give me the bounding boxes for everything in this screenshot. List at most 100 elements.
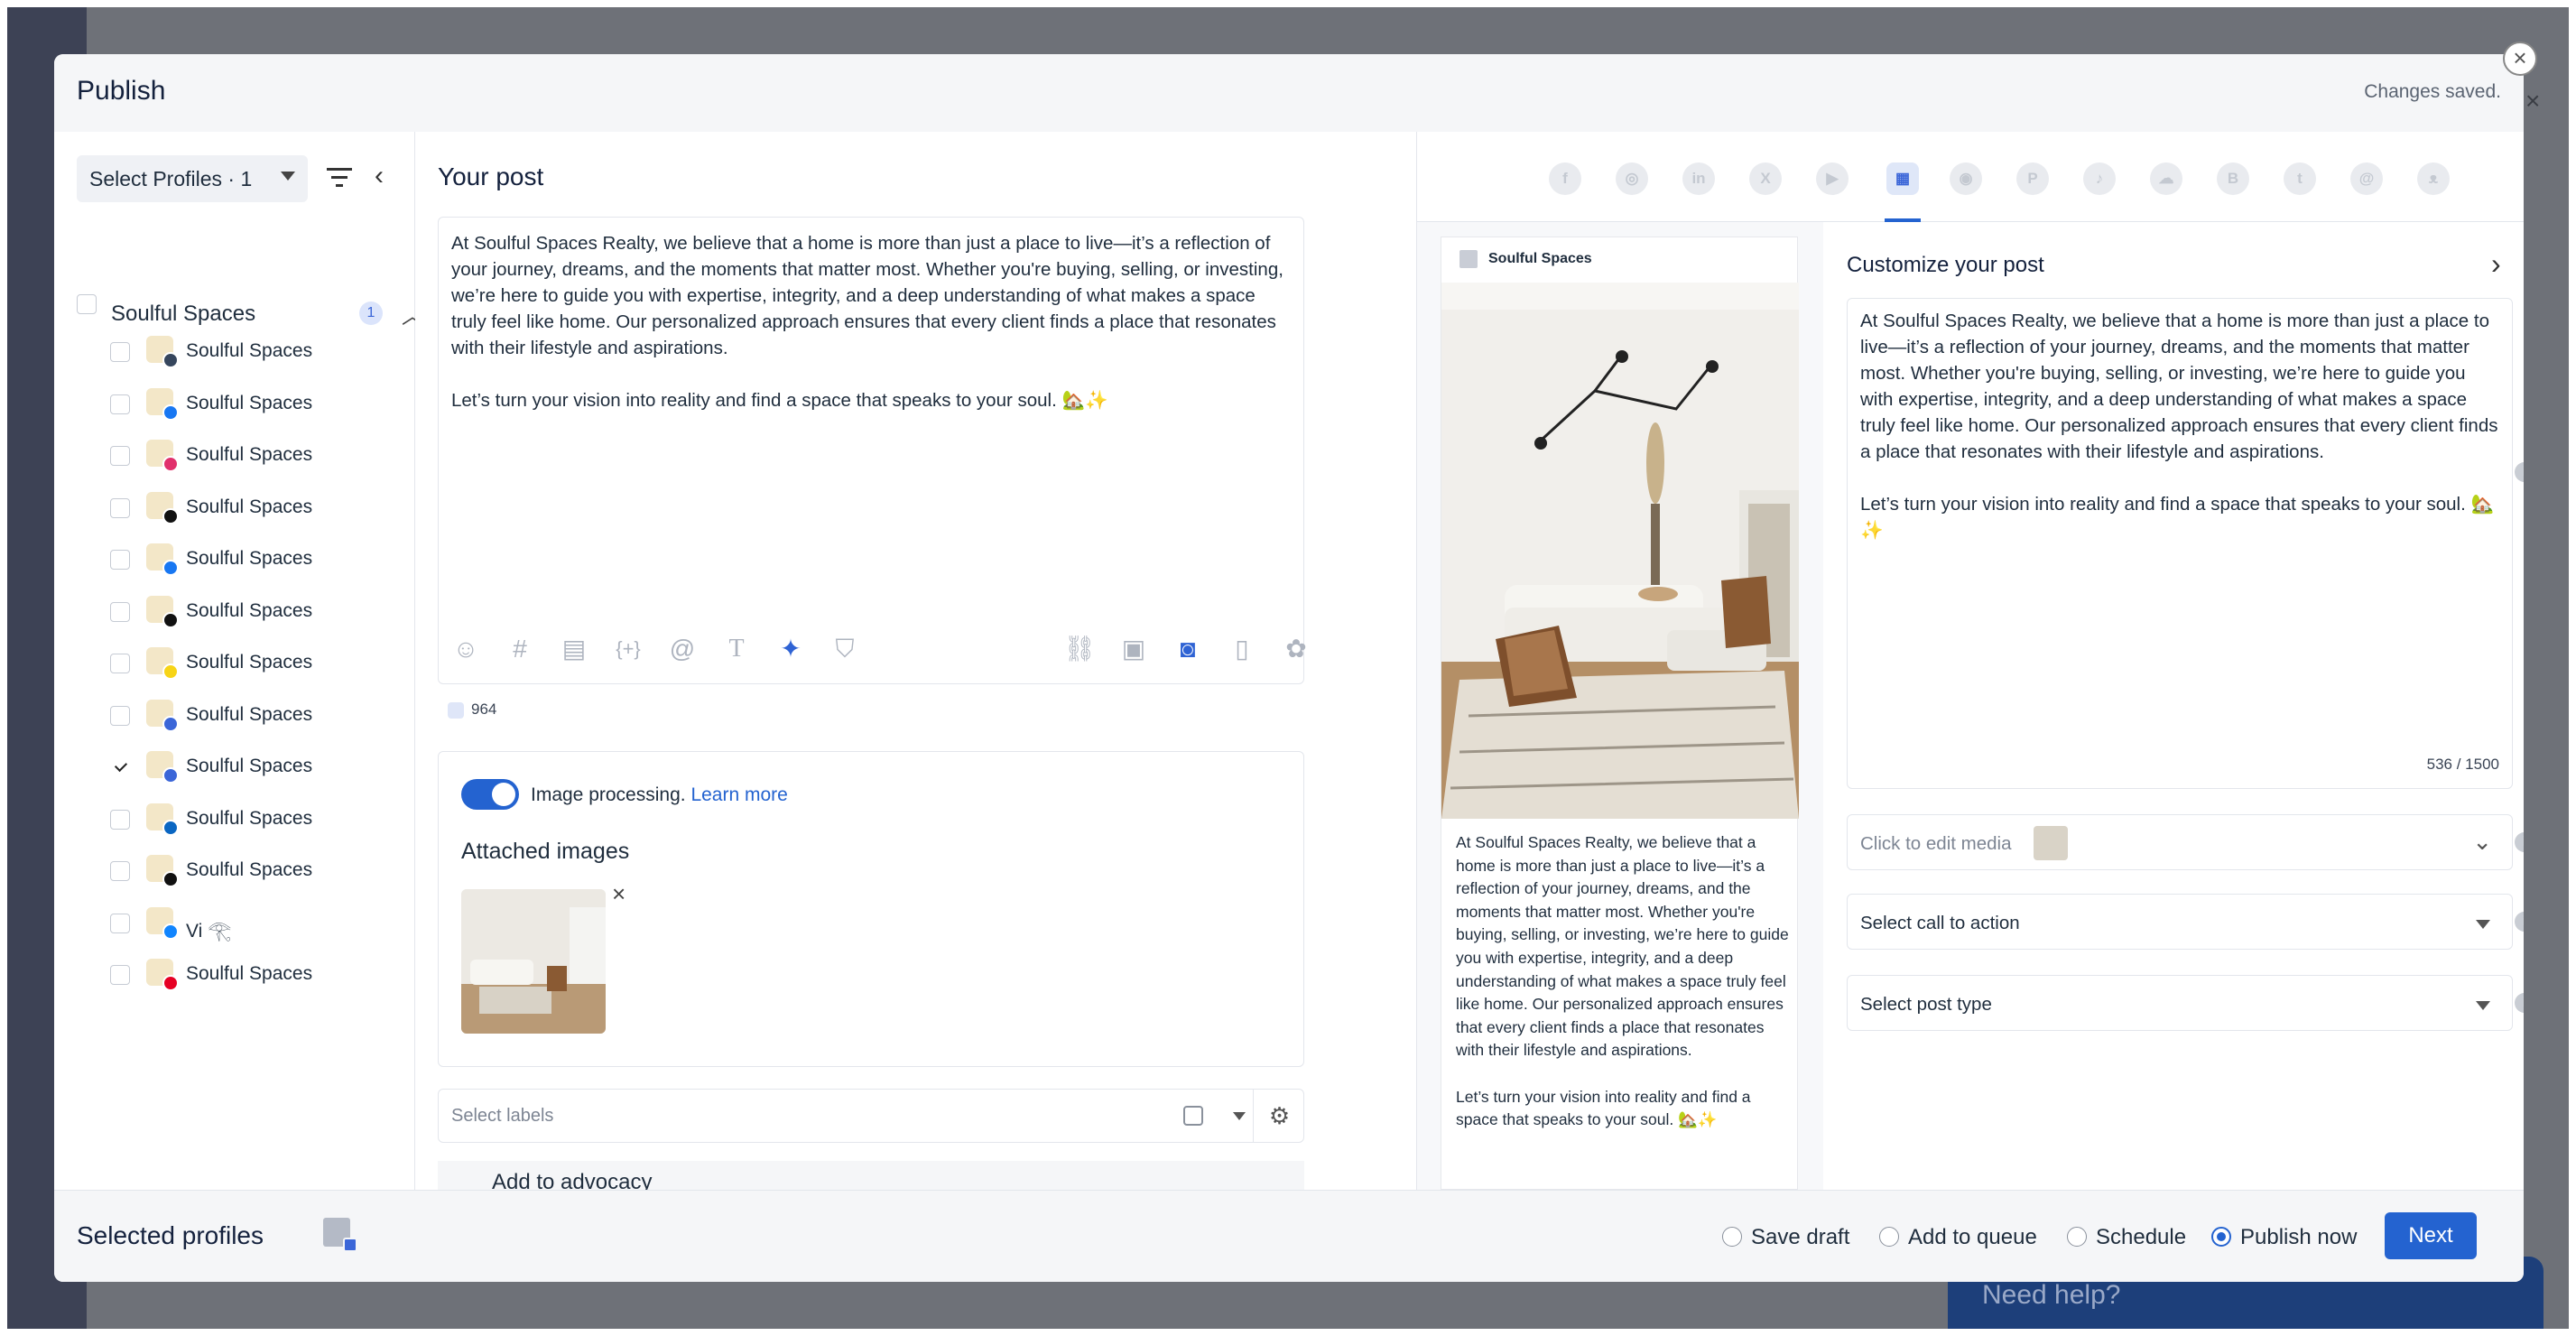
instagram-icon xyxy=(162,456,179,472)
profile-item[interactable]: Soulful Spaces xyxy=(110,490,399,526)
profile-item[interactable]: Soulful Spaces xyxy=(110,386,399,422)
google-business-tab-icon[interactable]: ▦ xyxy=(1886,162,1919,195)
info-icon[interactable]: i xyxy=(2515,462,2524,482)
profile-checkbox[interactable] xyxy=(110,861,130,881)
profile-checkbox[interactable] xyxy=(110,965,130,985)
modal-close-button[interactable]: × xyxy=(2503,42,2537,76)
profile-checkbox[interactable] xyxy=(110,342,130,362)
hashtag-icon[interactable]: # xyxy=(504,633,536,665)
canva-icon[interactable]: ✿ xyxy=(1280,633,1312,665)
schedule-option[interactable]: Schedule xyxy=(2067,1225,2186,1250)
profile-item[interactable]: Soulful Spaces xyxy=(110,749,399,785)
room-thumbnail-image xyxy=(461,889,606,1034)
profile-selector[interactable]: Select Profiles · 1 xyxy=(77,155,308,202)
profile-item[interactable]: Soulful Spaces xyxy=(110,645,399,682)
profile-checkbox[interactable] xyxy=(110,550,130,570)
remove-image-button[interactable]: × xyxy=(612,880,625,908)
profile-checkbox[interactable] xyxy=(110,654,130,673)
document-icon[interactable]: ▯ xyxy=(1226,633,1258,665)
tiktok-icon xyxy=(162,611,179,628)
profile-item[interactable]: Soulful Spaces xyxy=(110,853,399,889)
camera-icon[interactable]: ◙ xyxy=(1172,633,1204,665)
instagram-tab-icon[interactable]: ◎ xyxy=(1616,162,1648,195)
edit-media-field[interactable]: Click to edit media ⌄ xyxy=(1847,814,2513,870)
profile-item[interactable]: Vi 𓂀 xyxy=(110,905,399,942)
radio-icon[interactable] xyxy=(1722,1226,1742,1247)
group-checkbox[interactable] xyxy=(77,294,97,314)
snippet-icon[interactable]: ▤ xyxy=(558,633,590,665)
profile-item[interactable]: Soulful Spaces xyxy=(110,542,399,578)
profile-checkbox[interactable] xyxy=(110,497,130,518)
profile-checkbox[interactable] xyxy=(110,446,130,466)
linkedin-tab-icon[interactable]: in xyxy=(1682,162,1715,195)
shield-icon[interactable]: ⛉ xyxy=(829,633,861,665)
profile-label: Soulful Spaces xyxy=(186,652,313,673)
preview-image xyxy=(1441,283,1799,819)
blogger-tab-icon[interactable]: B xyxy=(2217,162,2249,195)
image-processing-toggle[interactable] xyxy=(461,779,519,810)
tiktok-tab-icon[interactable]: ♪ xyxy=(2083,162,2116,195)
radio-icon[interactable] xyxy=(1879,1226,1899,1247)
post-textarea[interactable]: At Soulful Spaces Realty, we believe tha… xyxy=(438,217,1307,684)
customize-text[interactable]: At Soulful Spaces Realty, we believe tha… xyxy=(1860,308,2503,543)
text-format-icon[interactable]: T xyxy=(720,633,753,665)
link-icon[interactable]: ⛓ xyxy=(1063,633,1096,665)
profile-group[interactable]: Soulful Spaces 1 ︿ xyxy=(77,294,423,330)
add-to-queue-option[interactable]: Add to queue xyxy=(1879,1225,2037,1250)
emoji-icon[interactable]: ☺ xyxy=(449,633,482,665)
profile-item[interactable]: Soulful Spaces xyxy=(110,594,399,630)
collapse-panel-icon[interactable]: ‹ xyxy=(375,162,384,190)
profile-checkbox[interactable] xyxy=(110,705,130,726)
info-icon[interactable]: i xyxy=(2515,832,2524,852)
publish-now-option[interactable]: Publish now xyxy=(2211,1225,2357,1250)
video-icon[interactable]: ▣ xyxy=(1117,633,1150,665)
mention-icon[interactable]: @ xyxy=(666,633,699,665)
selected-profile-avatar[interactable] xyxy=(323,1218,357,1252)
facebook-tab-icon[interactable]: f xyxy=(1549,162,1581,195)
save-draft-option[interactable]: Save draft xyxy=(1722,1225,1849,1250)
profile-checkbox[interactable] xyxy=(110,913,130,933)
network-tabs: f ◎ in X ▶ ▦ ◉ P ♪ ☁ B t @ ᴥ xyxy=(1417,132,2524,222)
modal-footer: Selected profiles Save draft Add to queu… xyxy=(54,1190,2524,1282)
profile-item[interactable]: Soulful Spaces xyxy=(110,698,399,734)
variable-icon[interactable]: {+} xyxy=(612,633,644,665)
next-button[interactable]: Next xyxy=(2385,1212,2477,1259)
gear-icon[interactable]: ⚙ xyxy=(1253,1090,1305,1142)
chevron-right-icon[interactable]: › xyxy=(2491,247,2501,281)
pinterest-tab-icon[interactable]: P xyxy=(2016,162,2049,195)
profile-item[interactable]: Soulful Spaces xyxy=(110,802,399,838)
profile-checkbox[interactable] xyxy=(110,601,130,622)
copy-icon[interactable] xyxy=(1183,1106,1203,1126)
snapchat-tab-icon[interactable]: ☁ xyxy=(2150,162,2182,195)
bluesky-tab-icon[interactable]: ᴥ xyxy=(2417,162,2450,195)
learn-more-link[interactable]: Learn more xyxy=(690,784,787,805)
profile-checkbox[interactable] xyxy=(110,394,130,414)
profile-checkbox[interactable] xyxy=(110,757,130,777)
radio-selected-icon[interactable] xyxy=(2211,1226,2231,1247)
tumblr-tab-icon[interactable]: t xyxy=(2284,162,2316,195)
profile-label: Soulful Spaces xyxy=(186,599,313,621)
profile-item[interactable]: Soulful Spaces xyxy=(110,334,399,370)
post-text[interactable]: At Soulful Spaces Realty, we believe tha… xyxy=(451,230,1295,413)
filter-icon[interactable] xyxy=(327,168,352,188)
group-name: Soulful Spaces xyxy=(111,302,256,326)
post-type-select[interactable]: Select post type xyxy=(1847,975,2513,1031)
labels-select[interactable]: Select labels ⚙ xyxy=(438,1089,1304,1143)
profile-item[interactable]: Soulful Spaces xyxy=(110,438,399,474)
threads-tab-icon[interactable]: @ xyxy=(2350,162,2383,195)
x-tab-icon[interactable]: X xyxy=(1749,162,1782,195)
profile-checkbox[interactable] xyxy=(110,809,130,830)
advocacy-row[interactable]: Add to advocacy xyxy=(438,1161,1304,1190)
youtube-tab-icon[interactable]: ▶ xyxy=(1816,162,1849,195)
call-to-action-select[interactable]: Select call to action xyxy=(1847,894,2513,950)
customize-textarea[interactable]: At Soulful Spaces Realty, we believe tha… xyxy=(1847,298,2513,789)
caret-down-icon[interactable] xyxy=(1233,1112,1246,1120)
reddit-tab-icon[interactable]: ◉ xyxy=(1950,162,1982,195)
info-icon[interactable]: i xyxy=(2515,993,2524,1013)
radio-icon[interactable] xyxy=(2067,1226,2087,1247)
ai-magic-icon[interactable]: ✦ xyxy=(774,633,807,665)
bluesky-icon xyxy=(162,923,179,940)
info-icon[interactable]: i xyxy=(2515,912,2524,932)
profile-item[interactable]: Soulful Spaces xyxy=(110,957,399,993)
attached-image-thumbnail[interactable] xyxy=(461,889,606,1034)
